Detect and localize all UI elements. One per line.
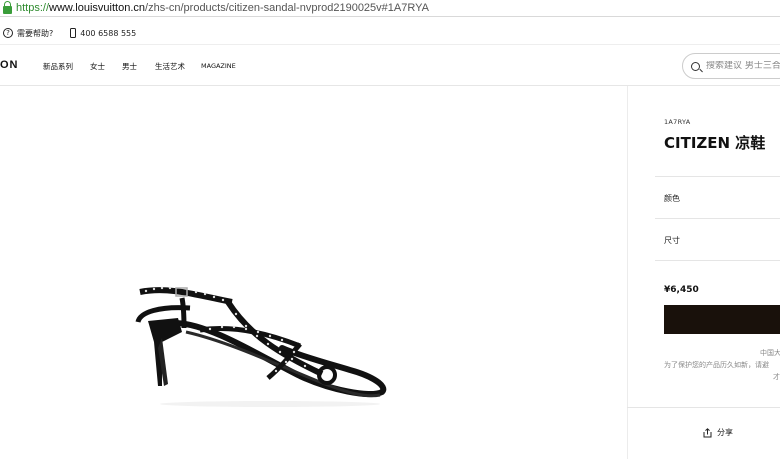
brand-logo[interactable]: ON bbox=[0, 59, 19, 71]
size-selector[interactable]: 尺寸 bbox=[664, 235, 680, 246]
nav-item-new[interactable]: 新品系列 bbox=[43, 61, 73, 72]
share-row: 分享 bbox=[627, 407, 780, 459]
phone-link[interactable]: 400 6588 555 bbox=[70, 28, 136, 38]
nav-item-women[interactable]: 女士 bbox=[90, 61, 105, 88]
search-box[interactable] bbox=[682, 53, 780, 79]
browser-url-bar[interactable]: https://www.louisvuitton.cn/zhs-cn/produ… bbox=[0, 0, 780, 17]
divider bbox=[655, 176, 780, 177]
main-nav: ON 新品系列 女士 男士 生活艺术 MAGAZINE bbox=[0, 44, 780, 88]
product-sku: 1A7RYA bbox=[664, 118, 691, 126]
phone-number: 400 6588 555 bbox=[80, 28, 137, 38]
search-icon bbox=[691, 61, 700, 71]
nav-item-men[interactable]: 男士 bbox=[122, 61, 137, 72]
url-scheme: https:// bbox=[16, 2, 50, 14]
nav-item-art-of-living[interactable]: 生活艺术 bbox=[155, 61, 185, 72]
search-input[interactable] bbox=[706, 61, 780, 71]
care-note-line1: 中国大 bbox=[760, 349, 780, 357]
divider bbox=[655, 260, 780, 261]
phone-icon bbox=[70, 28, 77, 38]
add-to-cart-button[interactable] bbox=[664, 305, 780, 334]
share-label: 分享 bbox=[717, 428, 733, 437]
care-note-line2: 为了保护您的产品历久如新，请避 bbox=[664, 361, 769, 369]
nav-item-magazine[interactable]: MAGAZINE bbox=[201, 62, 236, 70]
share-icon bbox=[703, 427, 712, 438]
url-path: /zhs-cn/products/citizen-sandal-nvprod21… bbox=[145, 2, 429, 14]
product-image[interactable] bbox=[0, 86, 627, 459]
panel-divider bbox=[627, 86, 628, 459]
help-link[interactable]: ? 需要帮助? bbox=[3, 28, 53, 39]
help-label: 需要帮助? bbox=[17, 28, 54, 38]
lock-icon bbox=[3, 1, 12, 14]
url-host: www.louisvuitton.cn bbox=[49, 2, 146, 14]
utility-bar: ? 需要帮助? 400 6588 555 bbox=[0, 22, 780, 44]
help-icon: ? bbox=[3, 28, 13, 38]
sandal-illustration bbox=[135, 286, 387, 407]
color-selector[interactable]: 颜色 bbox=[664, 193, 680, 204]
care-note-line3: 才 bbox=[773, 373, 780, 381]
share-button[interactable]: 分享 bbox=[703, 427, 733, 438]
divider bbox=[655, 218, 780, 219]
product-price: ¥6,450 bbox=[664, 285, 699, 295]
product-title: CITIZEN 凉鞋 bbox=[664, 134, 766, 152]
